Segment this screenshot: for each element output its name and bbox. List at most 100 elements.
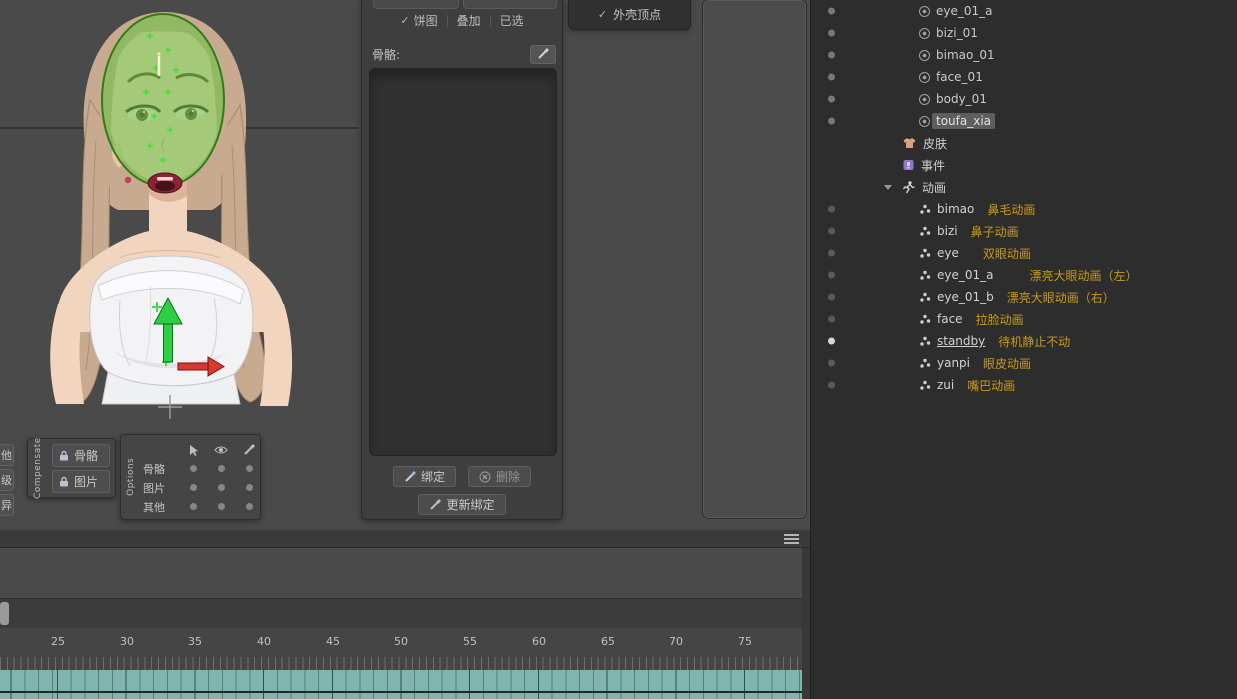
delete-button[interactable]: 删除: [468, 466, 531, 487]
update-bind-row: 更新绑定: [362, 494, 562, 515]
edge-button[interactable]: 级: [0, 469, 14, 491]
dopesheet-row[interactable]: [0, 693, 802, 699]
viewport[interactable]: ✓ 饼图 叠加 已选 骨骼:: [0, 0, 810, 530]
tree-item-animation[interactable]: face 拉脸动画: [811, 308, 1237, 330]
option-toggle-dot[interactable]: [207, 465, 235, 472]
hull-vertices-label: 外壳顶点: [613, 6, 661, 23]
visibility-dot[interactable]: [828, 272, 835, 279]
tree-item-attachment[interactable]: body_01: [811, 88, 1237, 110]
timeline-panel: 25 30 35 40 45 50 55 60 65 70 75: [0, 530, 810, 699]
compensate-panel-label: Compensate: [31, 442, 45, 494]
timeline-scroll-handle[interactable]: [0, 602, 9, 625]
expand-triangle-icon[interactable]: [884, 185, 892, 190]
visibility-dot[interactable]: [828, 96, 835, 103]
visibility-dot[interactable]: [828, 338, 835, 345]
mesh-vertex-selected[interactable]: [157, 52, 160, 55]
edge-button[interactable]: 异: [0, 494, 14, 516]
tree-item-animation[interactable]: bimao 鼻毛动画: [811, 198, 1237, 220]
event-icon: [903, 159, 914, 171]
tree-item-skins[interactable]: 皮肤: [811, 132, 1237, 154]
option-toggle-dot[interactable]: [235, 484, 263, 491]
options-panel: Options: [120, 434, 261, 520]
toggle-overlay[interactable]: 叠加: [457, 12, 481, 29]
edge-button[interactable]: 他: [0, 444, 14, 466]
animation-note: 双眼动画: [983, 245, 1031, 262]
visibility-dot[interactable]: [828, 118, 835, 125]
visibility-dot[interactable]: [828, 250, 835, 257]
visibility-dot[interactable]: [828, 382, 835, 389]
tree-item-attachment[interactable]: face_01: [811, 66, 1237, 88]
tree-item-animation[interactable]: zui 嘴巴动画: [811, 374, 1237, 396]
dopesheet-row[interactable]: [0, 670, 802, 691]
tree-item-animation[interactable]: eye_01_b 漂亮大眼动画（右）: [811, 286, 1237, 308]
paint-column-toggle[interactable]: [235, 444, 263, 456]
select-column-toggle[interactable]: [179, 444, 207, 456]
ruler-label: 65: [601, 635, 615, 648]
visibility-dot[interactable]: [828, 30, 835, 37]
visibility-dot[interactable]: [828, 316, 835, 323]
compensate-panel: Compensate 骨骼 图片: [27, 438, 116, 498]
check-icon: ✓: [598, 8, 607, 21]
option-toggle-dot[interactable]: [207, 503, 235, 510]
animation-name: bimao: [937, 202, 974, 216]
animation-note: 眼皮动画: [983, 355, 1031, 372]
cursor-icon: [188, 444, 199, 456]
animation-name: zui: [937, 378, 954, 392]
weight-brush-button[interactable]: [530, 45, 556, 64]
visibility-dot[interactable]: [828, 360, 835, 367]
animation-clip-icon: [919, 269, 931, 281]
toggle-selected[interactable]: 已选: [500, 12, 524, 29]
option-toggle-dot[interactable]: [235, 465, 263, 472]
visibility-dot[interactable]: [828, 74, 835, 81]
brush-icon: [243, 444, 255, 456]
animation-note: 漂亮大眼动画（左）: [1030, 267, 1138, 284]
tree-item-events[interactable]: 事件: [811, 154, 1237, 176]
toggle-pie[interactable]: ✓ 饼图: [400, 12, 437, 29]
toggle-pie-label: 饼图: [414, 12, 438, 29]
animation-name: eye_01_a: [937, 268, 994, 282]
ruler-label: 50: [394, 635, 408, 648]
tree-item-animation[interactable]: eye 双眼动画: [811, 242, 1237, 264]
visibility-dot[interactable]: [828, 228, 835, 235]
bind-button[interactable]: 绑定: [393, 466, 456, 487]
animation-name: eye_01_b: [937, 290, 994, 304]
app-root: ✓ 饼图 叠加 已选 骨骼:: [0, 0, 1237, 699]
timeline-scrollbar[interactable]: [0, 598, 810, 628]
tree-item-animation[interactable]: eye_01_a 漂亮大眼动画（左）: [811, 264, 1237, 286]
side-list-panel[interactable]: [703, 0, 806, 518]
timeline-ruler[interactable]: 25 30 35 40 45 50 55 60 65 70 75: [0, 628, 810, 657]
visibility-column-toggle[interactable]: [207, 445, 235, 455]
compensate-images-button[interactable]: 图片: [52, 470, 110, 493]
option-toggle-dot[interactable]: [179, 465, 207, 472]
tree-item-animation[interactable]: yanpi 眼皮动画: [811, 352, 1237, 374]
bind-button-label: 绑定: [421, 468, 445, 485]
visibility-dot[interactable]: [828, 8, 835, 15]
tree-item-animations[interactable]: 动画: [811, 176, 1237, 198]
attachment-label: face_01: [936, 70, 983, 84]
option-toggle-dot[interactable]: [179, 484, 207, 491]
animation-clip-icon: [919, 357, 931, 369]
update-bind-button[interactable]: 更新绑定: [418, 494, 505, 515]
menu-icon[interactable]: [784, 534, 799, 544]
timeline-right-gutter: [802, 548, 810, 699]
bound-bones-list[interactable]: [369, 68, 557, 456]
compensate-bones-button[interactable]: 骨骼: [52, 444, 110, 467]
visibility-dot[interactable]: [828, 294, 835, 301]
visibility-dot[interactable]: [828, 52, 835, 59]
tree-item-attachment[interactable]: eye_01_a: [811, 0, 1237, 22]
tree-item-attachment[interactable]: bimao_01: [811, 44, 1237, 66]
animation-clip-icon: [919, 225, 931, 237]
hull-vertices-toggle[interactable]: ✓ 外壳顶点: [568, 0, 691, 30]
visibility-dot[interactable]: [828, 206, 835, 213]
tree-item-animation[interactable]: bizi 鼻子动画: [811, 220, 1237, 242]
clipped-button[interactable]: [373, 0, 459, 9]
mesh-overlay[interactable]: [102, 14, 224, 186]
option-toggle-dot[interactable]: [179, 503, 207, 510]
ruler-label: 60: [532, 635, 546, 648]
option-toggle-dot[interactable]: [235, 503, 263, 510]
tree-item-attachment-selected[interactable]: toufa_xia: [811, 110, 1237, 132]
option-toggle-dot[interactable]: [207, 484, 235, 491]
tree-item-animation-current[interactable]: standby 待机静止不动: [811, 330, 1237, 352]
clipped-button[interactable]: [463, 0, 557, 9]
tree-item-attachment[interactable]: bizi_01: [811, 22, 1237, 44]
